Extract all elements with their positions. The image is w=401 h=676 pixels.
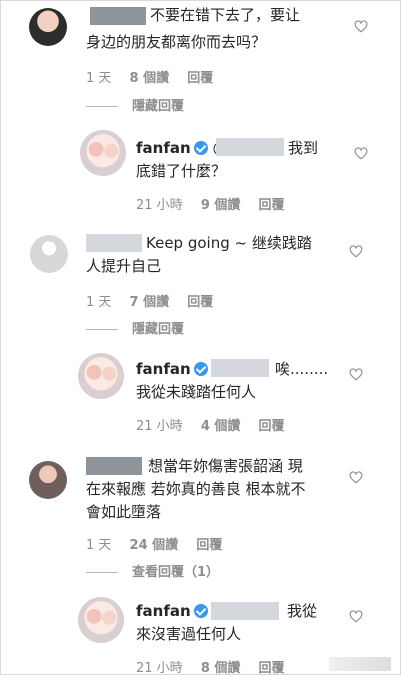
redacted-mention [216,138,284,156]
reply-meta: 21 小時 9 個讚 回覆 [136,194,299,213]
comment-text: 人提升自己 [86,257,162,275]
reply-text: 我從 [287,602,318,620]
redacted-mention [211,602,279,620]
reply-text: 唉........ [275,360,329,378]
heart-outline-icon[interactable] [349,245,363,258]
comment-text: 會如此墮落 [86,503,162,521]
reply-time: 21 小時 [136,198,183,213]
reply-meta: 21 小時 8 個讚 回覆 [136,657,299,676]
heart-outline-icon[interactable] [349,610,363,623]
username-link[interactable]: fanfan [136,139,191,157]
hide-replies-link[interactable]: 隱藏回覆 [86,95,184,114]
avatar[interactable] [29,8,67,46]
heart-outline-icon[interactable] [349,471,363,484]
comment-time: 1 天 [86,71,112,86]
comment-text: Keep going ~ 继续践踏 [146,234,312,252]
likes-count[interactable]: 8 個讚 [201,661,241,676]
likes-count[interactable]: 8 個讚 [130,71,170,86]
reply-link[interactable]: 回覆 [259,419,285,434]
redacted-username [90,7,146,25]
avatar[interactable] [78,353,124,399]
reply-link[interactable]: 回覆 [259,198,285,213]
likes-count[interactable]: 4 個讚 [201,419,241,434]
avatar[interactable] [80,130,126,176]
reply-time: 21 小時 [136,661,183,676]
heart-outline-icon[interactable] [354,20,368,33]
redacted-username [86,234,142,252]
redacted-mention [211,359,269,377]
reply-link[interactable]: 回覆 [259,661,285,676]
reply-text: 底錯了什麼？ [136,162,227,180]
comment-meta: 1 天 8 個讚 回覆 [86,67,227,86]
likes-count[interactable]: 24 個讚 [130,538,179,553]
heart-outline-icon[interactable] [349,368,363,381]
reply-link[interactable]: 回覆 [187,71,213,86]
comment-text: 想當年妳傷害張韶涵 現 [148,457,303,475]
comment-text: 在來報應 若妳真的善良 根本就不 [86,480,306,498]
avatar[interactable] [29,461,67,499]
comment-meta: 1 天 7 個讚 回覆 [86,291,227,310]
reply-text: 我到 [288,139,319,157]
reply-text: 我從未踐踏任何人 [136,383,257,401]
reply-text: 來沒害過任何人 [136,625,242,643]
redacted-username [86,457,142,475]
verified-badge-icon [193,362,208,376]
verified-badge-icon [193,604,208,618]
comment-text: 不要在错下去了，要让 [150,6,301,24]
comment-time: 1 天 [86,295,112,310]
verified-badge-icon [193,141,208,155]
comment-meta: 1 天 24 個讚 回覆 [86,534,236,553]
heart-outline-icon[interactable] [354,147,368,160]
corner-watermark [329,657,391,671]
comment-text: 身边的朋友都离你而去吗？ [86,33,267,51]
reply-link[interactable]: 回覆 [196,538,222,553]
reply-meta: 21 小時 4 個讚 回覆 [136,415,299,434]
reply-link[interactable]: 回覆 [187,295,213,310]
avatar[interactable] [78,597,124,643]
view-replies-link[interactable]: 查看回覆（1） [86,561,219,580]
comment-time: 1 天 [86,538,112,553]
username-link[interactable]: fanfan [136,360,191,378]
likes-count[interactable]: 7 個讚 [130,295,170,310]
username-link[interactable]: fanfan [136,602,191,620]
likes-count[interactable]: 9 個讚 [201,198,241,213]
reply-time: 21 小時 [136,419,183,434]
avatar[interactable] [30,235,68,273]
hide-replies-link[interactable]: 隱藏回覆 [86,318,184,337]
